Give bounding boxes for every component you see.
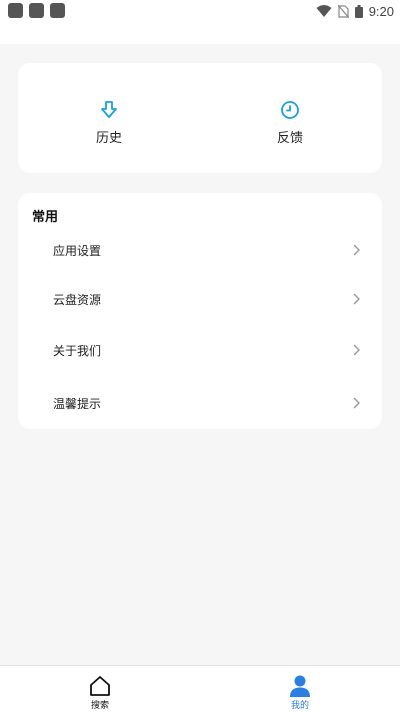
menu-item-label: 云盘资源	[53, 293, 102, 307]
status-bar: 9:20	[0, 0, 400, 22]
bottom-nav: 搜索 我的	[0, 665, 400, 712]
nav-label: 搜索	[90, 701, 109, 711]
section-title: 常用	[32, 210, 59, 225]
chevron-right-icon	[353, 293, 360, 305]
menu-item-label: 关于我们	[53, 344, 102, 358]
header-area	[0, 22, 400, 44]
history-label: 历史	[95, 131, 122, 146]
user-icon	[290, 675, 310, 697]
feedback-button[interactable]: 反馈	[230, 99, 350, 146]
menu-item-label: 温馨提示	[53, 397, 102, 411]
nav-item-search[interactable]: 搜索	[70, 674, 130, 711]
app-notification-icon	[29, 3, 44, 18]
menu-item-cloud-resources[interactable]: 云盘资源	[18, 279, 382, 319]
download-arrow-icon	[101, 101, 117, 118]
nav-label: 我的	[290, 701, 309, 711]
nav-item-mine[interactable]: 我的	[270, 674, 330, 711]
history-button[interactable]: 历史	[49, 99, 169, 146]
home-icon	[90, 676, 110, 696]
battery-icon	[354, 4, 363, 18]
clock-icon	[281, 101, 299, 119]
status-time: 9:20	[368, 3, 394, 19]
feedback-label: 反馈	[276, 131, 303, 146]
menu-item-app-settings[interactable]: 应用设置	[18, 230, 382, 270]
menu-item-label: 应用设置	[53, 244, 102, 258]
chevron-right-icon	[353, 397, 360, 409]
common-section-card: 常用 应用设置 云盘资源 关于我们 温馨提示	[18, 193, 382, 429]
app-notification-icon	[8, 3, 23, 18]
chevron-right-icon	[353, 244, 360, 256]
menu-item-tips[interactable]: 温馨提示	[18, 383, 382, 423]
no-sim-icon	[337, 4, 349, 18]
app-notification-icon	[50, 3, 65, 18]
chevron-right-icon	[353, 344, 360, 356]
wifi-icon	[316, 5, 332, 17]
quick-actions-card: 历史 反馈	[18, 63, 382, 173]
menu-item-about-us[interactable]: 关于我们	[18, 330, 382, 370]
